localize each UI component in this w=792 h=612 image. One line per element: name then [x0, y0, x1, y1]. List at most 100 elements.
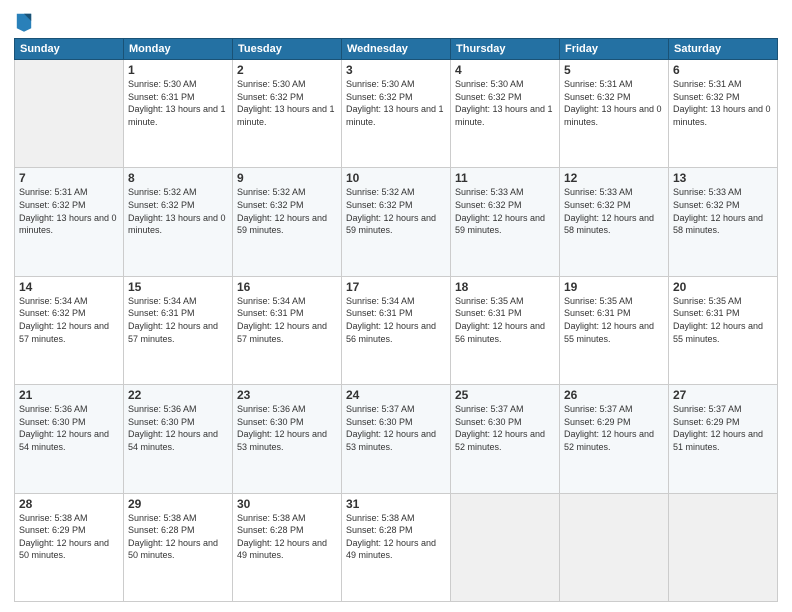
calendar-day-cell: 28Sunrise: 5:38 AMSunset: 6:29 PMDayligh… [15, 493, 124, 601]
calendar-day-cell: 18Sunrise: 5:35 AMSunset: 6:31 PMDayligh… [451, 276, 560, 384]
day-info: Sunrise: 5:36 AMSunset: 6:30 PMDaylight:… [128, 403, 228, 453]
calendar-day-cell: 30Sunrise: 5:38 AMSunset: 6:28 PMDayligh… [233, 493, 342, 601]
calendar-day-cell [560, 493, 669, 601]
day-info: Sunrise: 5:34 AMSunset: 6:31 PMDaylight:… [237, 295, 337, 345]
day-number: 4 [455, 63, 555, 77]
day-number: 5 [564, 63, 664, 77]
day-number: 29 [128, 497, 228, 511]
day-number: 11 [455, 171, 555, 185]
day-info: Sunrise: 5:30 AMSunset: 6:31 PMDaylight:… [128, 78, 228, 128]
calendar-day-cell: 14Sunrise: 5:34 AMSunset: 6:32 PMDayligh… [15, 276, 124, 384]
page: SundayMondayTuesdayWednesdayThursdayFrid… [0, 0, 792, 612]
day-number: 9 [237, 171, 337, 185]
day-info: Sunrise: 5:35 AMSunset: 6:31 PMDaylight:… [564, 295, 664, 345]
day-number: 30 [237, 497, 337, 511]
day-info: Sunrise: 5:37 AMSunset: 6:29 PMDaylight:… [564, 403, 664, 453]
weekday-header: Friday [560, 39, 669, 60]
calendar-day-cell: 29Sunrise: 5:38 AMSunset: 6:28 PMDayligh… [124, 493, 233, 601]
day-info: Sunrise: 5:35 AMSunset: 6:31 PMDaylight:… [673, 295, 773, 345]
day-number: 24 [346, 388, 446, 402]
day-number: 26 [564, 388, 664, 402]
calendar-day-cell: 1Sunrise: 5:30 AMSunset: 6:31 PMDaylight… [124, 60, 233, 168]
day-info: Sunrise: 5:38 AMSunset: 6:29 PMDaylight:… [19, 512, 119, 562]
day-number: 1 [128, 63, 228, 77]
day-info: Sunrise: 5:36 AMSunset: 6:30 PMDaylight:… [19, 403, 119, 453]
day-info: Sunrise: 5:38 AMSunset: 6:28 PMDaylight:… [237, 512, 337, 562]
day-number: 7 [19, 171, 119, 185]
day-info: Sunrise: 5:33 AMSunset: 6:32 PMDaylight:… [673, 186, 773, 236]
calendar-week-row: 28Sunrise: 5:38 AMSunset: 6:29 PMDayligh… [15, 493, 778, 601]
day-info: Sunrise: 5:30 AMSunset: 6:32 PMDaylight:… [455, 78, 555, 128]
calendar-day-cell: 10Sunrise: 5:32 AMSunset: 6:32 PMDayligh… [342, 168, 451, 276]
calendar-table: SundayMondayTuesdayWednesdayThursdayFrid… [14, 38, 778, 602]
day-number: 18 [455, 280, 555, 294]
calendar-day-cell: 12Sunrise: 5:33 AMSunset: 6:32 PMDayligh… [560, 168, 669, 276]
day-info: Sunrise: 5:30 AMSunset: 6:32 PMDaylight:… [237, 78, 337, 128]
calendar-day-cell: 15Sunrise: 5:34 AMSunset: 6:31 PMDayligh… [124, 276, 233, 384]
calendar-day-cell: 23Sunrise: 5:36 AMSunset: 6:30 PMDayligh… [233, 385, 342, 493]
day-number: 2 [237, 63, 337, 77]
day-number: 19 [564, 280, 664, 294]
day-number: 28 [19, 497, 119, 511]
calendar-day-cell: 8Sunrise: 5:32 AMSunset: 6:32 PMDaylight… [124, 168, 233, 276]
calendar-day-cell: 5Sunrise: 5:31 AMSunset: 6:32 PMDaylight… [560, 60, 669, 168]
day-info: Sunrise: 5:31 AMSunset: 6:32 PMDaylight:… [564, 78, 664, 128]
calendar-header-row: SundayMondayTuesdayWednesdayThursdayFrid… [15, 39, 778, 60]
day-info: Sunrise: 5:32 AMSunset: 6:32 PMDaylight:… [237, 186, 337, 236]
calendar-week-row: 14Sunrise: 5:34 AMSunset: 6:32 PMDayligh… [15, 276, 778, 384]
day-info: Sunrise: 5:38 AMSunset: 6:28 PMDaylight:… [128, 512, 228, 562]
weekday-header: Wednesday [342, 39, 451, 60]
calendar-day-cell: 20Sunrise: 5:35 AMSunset: 6:31 PMDayligh… [669, 276, 778, 384]
day-info: Sunrise: 5:35 AMSunset: 6:31 PMDaylight:… [455, 295, 555, 345]
calendar-day-cell [669, 493, 778, 601]
day-info: Sunrise: 5:34 AMSunset: 6:31 PMDaylight:… [346, 295, 446, 345]
calendar-day-cell: 9Sunrise: 5:32 AMSunset: 6:32 PMDaylight… [233, 168, 342, 276]
calendar-day-cell: 27Sunrise: 5:37 AMSunset: 6:29 PMDayligh… [669, 385, 778, 493]
calendar-day-cell: 17Sunrise: 5:34 AMSunset: 6:31 PMDayligh… [342, 276, 451, 384]
day-number: 31 [346, 497, 446, 511]
day-number: 3 [346, 63, 446, 77]
day-info: Sunrise: 5:32 AMSunset: 6:32 PMDaylight:… [128, 186, 228, 236]
day-info: Sunrise: 5:34 AMSunset: 6:31 PMDaylight:… [128, 295, 228, 345]
logo [14, 10, 33, 32]
weekday-header: Sunday [15, 39, 124, 60]
day-number: 20 [673, 280, 773, 294]
day-info: Sunrise: 5:31 AMSunset: 6:32 PMDaylight:… [19, 186, 119, 236]
day-number: 23 [237, 388, 337, 402]
calendar-week-row: 7Sunrise: 5:31 AMSunset: 6:32 PMDaylight… [15, 168, 778, 276]
day-number: 21 [19, 388, 119, 402]
day-number: 10 [346, 171, 446, 185]
day-info: Sunrise: 5:37 AMSunset: 6:30 PMDaylight:… [455, 403, 555, 453]
day-info: Sunrise: 5:33 AMSunset: 6:32 PMDaylight:… [455, 186, 555, 236]
header [14, 10, 778, 32]
day-info: Sunrise: 5:37 AMSunset: 6:29 PMDaylight:… [673, 403, 773, 453]
calendar-day-cell: 16Sunrise: 5:34 AMSunset: 6:31 PMDayligh… [233, 276, 342, 384]
calendar-day-cell: 7Sunrise: 5:31 AMSunset: 6:32 PMDaylight… [15, 168, 124, 276]
day-number: 14 [19, 280, 119, 294]
calendar-day-cell: 3Sunrise: 5:30 AMSunset: 6:32 PMDaylight… [342, 60, 451, 168]
weekday-header: Monday [124, 39, 233, 60]
calendar-day-cell: 26Sunrise: 5:37 AMSunset: 6:29 PMDayligh… [560, 385, 669, 493]
calendar-day-cell: 21Sunrise: 5:36 AMSunset: 6:30 PMDayligh… [15, 385, 124, 493]
day-info: Sunrise: 5:36 AMSunset: 6:30 PMDaylight:… [237, 403, 337, 453]
day-number: 16 [237, 280, 337, 294]
weekday-header: Thursday [451, 39, 560, 60]
calendar-day-cell: 24Sunrise: 5:37 AMSunset: 6:30 PMDayligh… [342, 385, 451, 493]
calendar-day-cell: 19Sunrise: 5:35 AMSunset: 6:31 PMDayligh… [560, 276, 669, 384]
day-number: 22 [128, 388, 228, 402]
calendar-day-cell: 2Sunrise: 5:30 AMSunset: 6:32 PMDaylight… [233, 60, 342, 168]
day-number: 15 [128, 280, 228, 294]
weekday-header: Tuesday [233, 39, 342, 60]
calendar-week-row: 1Sunrise: 5:30 AMSunset: 6:31 PMDaylight… [15, 60, 778, 168]
calendar-day-cell [15, 60, 124, 168]
day-info: Sunrise: 5:32 AMSunset: 6:32 PMDaylight:… [346, 186, 446, 236]
day-number: 13 [673, 171, 773, 185]
day-number: 25 [455, 388, 555, 402]
day-number: 12 [564, 171, 664, 185]
weekday-header: Saturday [669, 39, 778, 60]
day-number: 27 [673, 388, 773, 402]
day-info: Sunrise: 5:37 AMSunset: 6:30 PMDaylight:… [346, 403, 446, 453]
calendar-day-cell: 4Sunrise: 5:30 AMSunset: 6:32 PMDaylight… [451, 60, 560, 168]
day-info: Sunrise: 5:31 AMSunset: 6:32 PMDaylight:… [673, 78, 773, 128]
calendar-day-cell: 6Sunrise: 5:31 AMSunset: 6:32 PMDaylight… [669, 60, 778, 168]
